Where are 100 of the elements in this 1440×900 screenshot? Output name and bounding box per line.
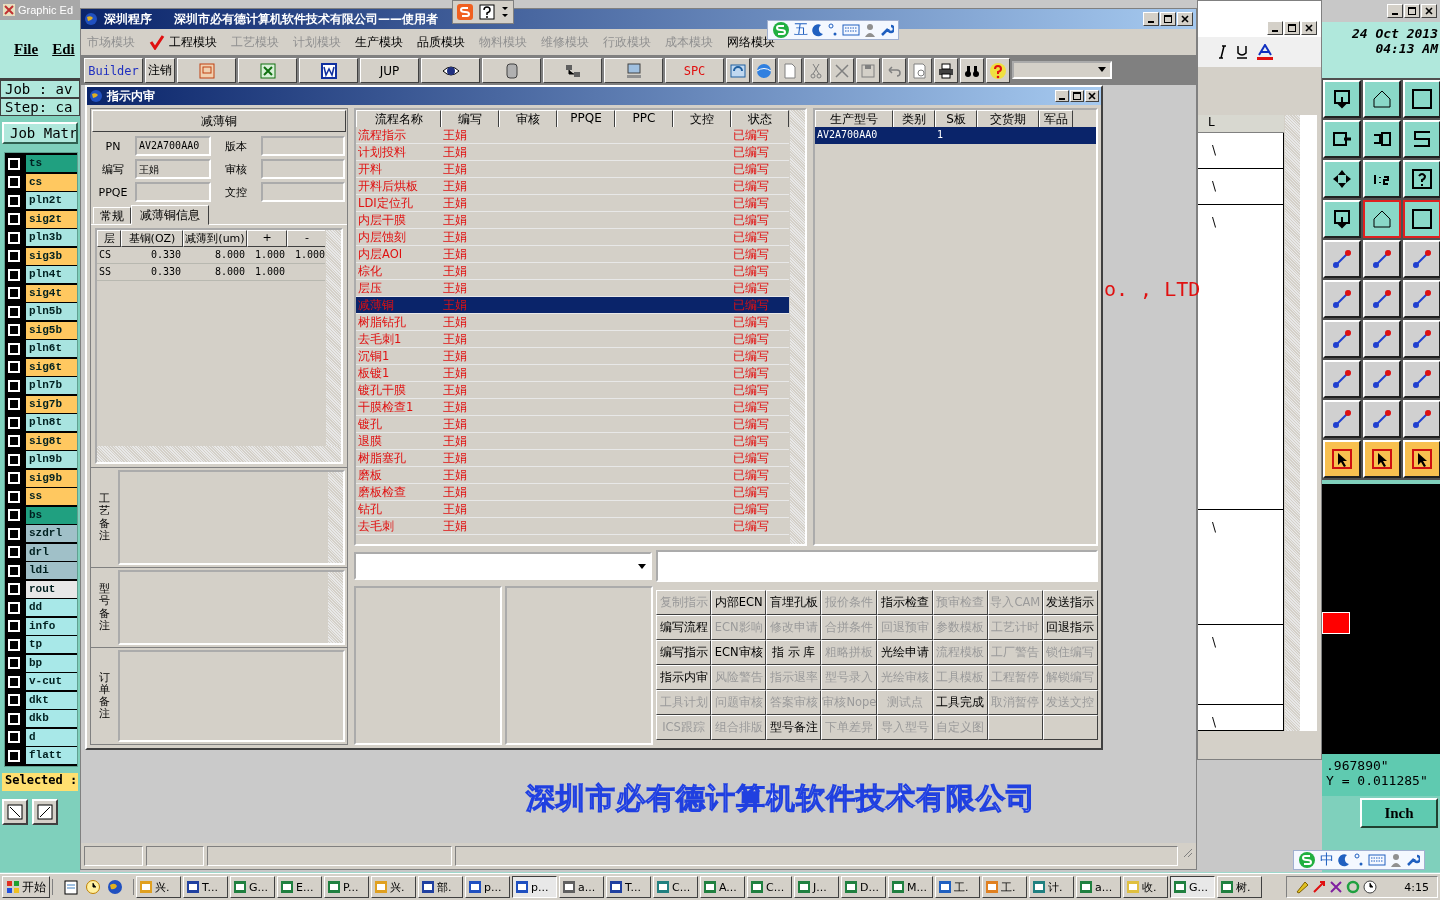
- column-header[interactable]: 基铜(OZ): [121, 230, 183, 247]
- taskbar-button[interactable]: C...: [653, 876, 698, 898]
- column-header[interactable]: -: [287, 230, 325, 247]
- layer-name[interactable]: drl: [26, 543, 77, 561]
- menu-item[interactable]: File: [14, 40, 39, 58]
- moon-icon[interactable]: [1338, 853, 1350, 867]
- taskbar-button[interactable]: C...: [747, 876, 792, 898]
- italic-icon[interactable]: [1216, 45, 1228, 59]
- globe-icon[interactable]: [755, 61, 773, 80]
- action-button[interactable]: 指示检查: [877, 590, 933, 615]
- cross-icon[interactable]: [1329, 880, 1344, 894]
- taskbar-button[interactable]: 兴.: [136, 876, 181, 898]
- layer-name[interactable]: flatt: [26, 747, 77, 764]
- more-icon[interactable]: [501, 5, 509, 19]
- tool-icon[interactable]: [1370, 367, 1394, 391]
- tool-icon[interactable]: [1410, 87, 1434, 111]
- checkbox-icon[interactable]: [8, 305, 20, 318]
- taskbar-button[interactable]: G...: [1170, 876, 1215, 898]
- close-icon[interactable]: [1425, 7, 1433, 15]
- help-icon[interactable]: [479, 4, 495, 20]
- tool-icon[interactable]: [1410, 447, 1434, 471]
- checkbox-icon[interactable]: [8, 176, 20, 188]
- menu-item[interactable]: 工程模块: [169, 33, 217, 51]
- checkbox-icon[interactable]: [8, 583, 20, 595]
- taskbar-button[interactable]: T...: [183, 876, 228, 898]
- menu-item[interactable]: 生产模块: [355, 33, 403, 51]
- tool-icon[interactable]: [1410, 367, 1434, 391]
- taskbar-button[interactable]: D...: [841, 876, 886, 898]
- memo-field[interactable]: [118, 570, 345, 645]
- memo-field[interactable]: [118, 470, 345, 565]
- text-field[interactable]: [656, 550, 1098, 582]
- checkbox-icon[interactable]: [8, 435, 20, 447]
- action-button[interactable]: 回退指示: [1042, 615, 1098, 640]
- tool-icon[interactable]: [1410, 407, 1434, 431]
- column-header[interactable]: 减薄到(um): [183, 230, 247, 247]
- text-field[interactable]: [261, 159, 345, 179]
- checkbox-icon[interactable]: [8, 250, 20, 262]
- jup-button[interactable]: JUP: [360, 58, 419, 83]
- tool-icon[interactable]: [1370, 287, 1394, 311]
- layer-name[interactable]: bp: [26, 654, 77, 672]
- action-button[interactable]: 内部ECN: [711, 590, 767, 615]
- tool-icon[interactable]: [1330, 247, 1354, 271]
- clock-icon[interactable]: [85, 879, 101, 895]
- scroll-bar[interactable]: [327, 572, 343, 643]
- layer-name[interactable]: pln3b: [26, 229, 77, 246]
- taskbar-button[interactable]: 树.: [1217, 876, 1262, 898]
- text-field[interactable]: [261, 182, 345, 202]
- checkbox-icon[interactable]: [8, 638, 20, 651]
- checkbox-icon[interactable]: [8, 620, 20, 632]
- layer-name[interactable]: pln2t: [26, 192, 77, 209]
- layer-name[interactable]: sig2t: [26, 210, 77, 228]
- printer-icon[interactable]: [937, 61, 955, 80]
- checkbox-icon[interactable]: [8, 490, 20, 503]
- person-icon[interactable]: [1390, 853, 1402, 867]
- layer-name[interactable]: bs: [26, 506, 77, 524]
- layer-name[interactable]: info: [26, 617, 77, 635]
- checkbox-icon[interactable]: [8, 509, 20, 521]
- checkbox-icon[interactable]: [8, 601, 20, 614]
- taskbar-button[interactable]: P...: [324, 876, 369, 898]
- close-icon[interactable]: [1181, 15, 1189, 23]
- tool-icon[interactable]: [1330, 287, 1354, 311]
- tool-icon[interactable]: [1370, 447, 1394, 471]
- layer-name[interactable]: ts: [26, 155, 77, 172]
- layer-name[interactable]: pln8t: [26, 414, 77, 431]
- globe-icon[interactable]: [107, 879, 123, 895]
- dropdown-arrow-icon[interactable]: [638, 563, 646, 569]
- punctuation-icon[interactable]: [1354, 853, 1364, 867]
- action-button[interactable]: 指示内审: [656, 665, 712, 690]
- tool-icon[interactable]: [1370, 247, 1394, 271]
- checkbox-icon[interactable]: [8, 379, 20, 392]
- notepad-icon[interactable]: [63, 879, 79, 895]
- tool-icon[interactable]: [1370, 327, 1394, 351]
- taskbar-button[interactable]: A...: [700, 876, 745, 898]
- sogou-icon[interactable]: [1298, 851, 1316, 869]
- tab[interactable]: 减薄铜信息: [131, 205, 209, 225]
- action-button[interactable]: 光绘申请: [877, 640, 933, 665]
- checkbox-icon[interactable]: [8, 342, 20, 355]
- dropdown-field[interactable]: [354, 552, 652, 580]
- taskbar-button[interactable]: 兴.: [371, 876, 416, 898]
- action-button[interactable]: ECN审核: [711, 640, 767, 665]
- builder-button[interactable]: Builder: [84, 58, 143, 83]
- checkbox-icon[interactable]: [8, 453, 20, 466]
- pencil-icon[interactable]: [1295, 880, 1310, 894]
- dropdown-field[interactable]: [1012, 61, 1112, 79]
- input-mode-label[interactable]: 五: [794, 21, 808, 39]
- taskbar-button[interactable]: 部.: [418, 876, 463, 898]
- layer-name[interactable]: rout: [26, 580, 77, 598]
- checkbox-icon[interactable]: [8, 731, 20, 743]
- underline-icon[interactable]: [1236, 45, 1248, 59]
- checkbox-icon[interactable]: [8, 564, 20, 577]
- taskbar-button[interactable]: J...: [794, 876, 839, 898]
- layer-name[interactable]: pln5b: [26, 303, 77, 320]
- checkbox-icon[interactable]: [8, 694, 20, 706]
- action-button[interactable]: 发送指示: [1042, 590, 1098, 615]
- taskbar-button[interactable]: 工.: [935, 876, 980, 898]
- layer-name[interactable]: sig7b: [26, 395, 77, 413]
- layer-name[interactable]: sig5b: [26, 321, 77, 339]
- text-field[interactable]: AV2A700AA0: [135, 136, 211, 156]
- wrench-icon[interactable]: [1406, 853, 1420, 867]
- tool-icon[interactable]: [1330, 367, 1354, 391]
